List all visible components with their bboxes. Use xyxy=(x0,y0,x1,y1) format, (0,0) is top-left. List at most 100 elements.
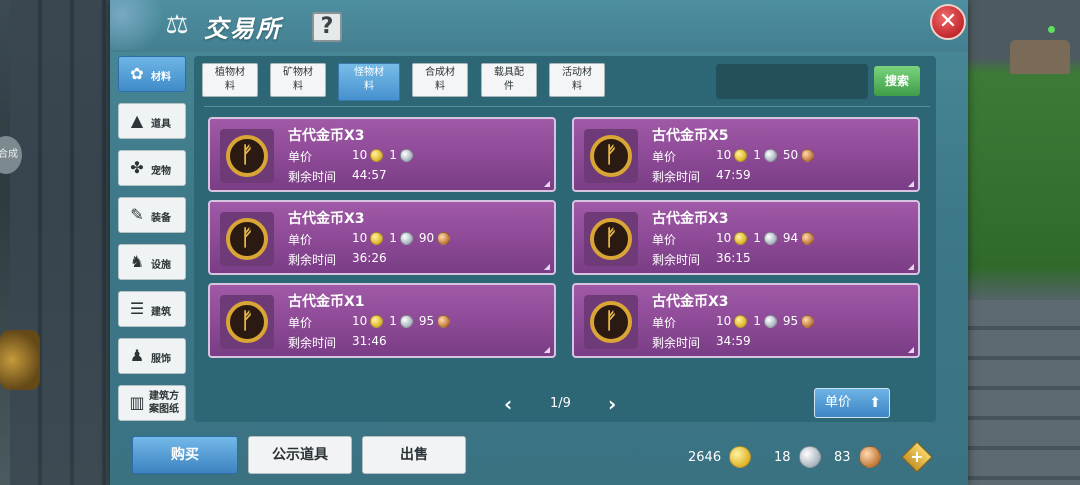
ancient-coin-icon: ᚠ xyxy=(220,212,274,266)
item-name: 古代金币X3 xyxy=(288,211,365,227)
category-label: 服饰 xyxy=(151,354,171,365)
gold-coin-icon xyxy=(370,314,384,328)
wooden-wall xyxy=(10,0,110,485)
price-value: 10 1 50 xyxy=(716,148,820,162)
category-buildings[interactable]: ☰ 建筑 xyxy=(118,291,186,327)
silver-coin-icon xyxy=(763,148,777,162)
panel-header: ⚖ 交易所 ? ✕ xyxy=(110,0,968,52)
silver-coin-icon xyxy=(399,231,413,245)
gold-coin-icon xyxy=(734,314,748,328)
copper-coin-icon xyxy=(801,231,815,245)
scale-icon: ⚖ xyxy=(165,10,189,40)
time-remaining: 36:26 xyxy=(352,251,387,265)
flower-decoration xyxy=(110,0,170,50)
corner-mark-icon: ◢ xyxy=(543,345,550,354)
listing-card[interactable]: ᚠ 古代金币X5 单价 10 1 50 剩余时间 47:59 ◢ xyxy=(572,117,920,192)
close-button[interactable]: ✕ xyxy=(930,4,966,40)
subtab-monster-materials[interactable]: 怪物材料 xyxy=(338,63,400,101)
corner-mark-icon: ◢ xyxy=(543,262,550,271)
gold-coin-icon xyxy=(734,148,748,162)
page-title: 交易所 xyxy=(204,15,282,43)
search-input[interactable] xyxy=(716,64,868,99)
sell-button[interactable]: 出售 xyxy=(362,436,466,474)
clothing-icon: ♟ xyxy=(129,346,145,365)
copper-coin-icon xyxy=(858,446,881,468)
copper-coin-icon xyxy=(801,148,815,162)
price-value: 10 1 90 xyxy=(352,231,456,245)
ancient-coin-icon: ᚠ xyxy=(220,295,274,349)
time-remaining: 34:59 xyxy=(716,334,751,348)
price-label: 单价 xyxy=(288,233,313,247)
item-name: 古代金币X3 xyxy=(652,211,729,227)
buy-button[interactable]: 购买 xyxy=(132,436,238,474)
game-world-left: 合成 xyxy=(0,0,112,485)
price-label: 单价 xyxy=(652,150,677,164)
subtab-event-materials[interactable]: 活动材料 xyxy=(549,63,605,97)
subtab-vehicle-parts[interactable]: 载具配件 xyxy=(481,63,537,97)
gold-balance: 2646 xyxy=(688,446,757,468)
ancient-coin-icon: ᚠ xyxy=(220,129,274,183)
category-materials[interactable]: ✿ 材料 xyxy=(118,56,186,92)
category-equipment[interactable]: ✎ 装备 xyxy=(118,197,186,233)
listing-card[interactable]: ᚠ 古代金币X1 单价 10 1 95 剩余时间 31:46 ◢ xyxy=(208,283,556,358)
corner-mark-icon: ◢ xyxy=(543,179,550,188)
price-label: 单价 xyxy=(288,316,313,330)
subtab-crafting-materials[interactable]: 合成材料 xyxy=(412,63,468,97)
listing-card[interactable]: ᚠ 古代金币X3 单价 10 1 95 剩余时间 34:59 ◢ xyxy=(572,283,920,358)
price-label: 单价 xyxy=(652,316,677,330)
prev-page-button[interactable]: ‹ xyxy=(504,392,512,416)
category-pets[interactable]: ✤ 宠物 xyxy=(118,150,186,186)
category-items[interactable]: ▲ 道具 xyxy=(118,103,186,139)
silver-coin-icon xyxy=(798,446,821,468)
price-value: 10 1 95 xyxy=(716,314,820,328)
category-facilities[interactable]: ♞ 设施 xyxy=(118,244,186,280)
time-remaining: 36:15 xyxy=(716,251,751,265)
subtab-mineral-materials[interactable]: 矿物材料 xyxy=(270,63,326,97)
exchange-panel: ⚖ 交易所 ? ✕ ✿ 材料 ▲ 道具 ✤ 宠物 ✎ 装备 ♞ 设施 ☰ 建筑 xyxy=(110,0,968,485)
category-label: 道具 xyxy=(151,119,171,130)
item-name: 古代金币X3 xyxy=(288,128,365,144)
item-name: 古代金币X1 xyxy=(288,294,365,310)
silver-balance: 18 xyxy=(774,446,827,468)
category-label: 材料 xyxy=(151,72,171,83)
time-remaining: 31:46 xyxy=(352,334,387,348)
time-label: 剩余时间 xyxy=(288,253,337,267)
time-label: 剩余时间 xyxy=(652,170,701,184)
category-blueprints[interactable]: ▥ 建筑方 案图纸 xyxy=(118,385,186,421)
silver-coin-icon xyxy=(399,148,413,162)
paw-icon: ✤ xyxy=(130,158,144,177)
corner-mark-icon: ◢ xyxy=(907,179,914,188)
gold-coin-icon xyxy=(729,446,752,468)
listing-card[interactable]: ᚠ 古代金币X3 单价 10 1 94 剩余时间 36:15 ◢ xyxy=(572,200,920,275)
copper-coin-icon xyxy=(437,231,451,245)
game-world-right xyxy=(968,0,1080,485)
listing-card[interactable]: ᚠ 古代金币X3 单价 10 1 剩余时间 44:57 ◢ xyxy=(208,117,556,192)
corner-mark-icon: ◢ xyxy=(907,345,914,354)
price-value: 10 1 95 xyxy=(352,314,456,328)
silver-coin-icon xyxy=(763,231,777,245)
category-label: 设施 xyxy=(151,260,171,271)
category-clothing[interactable]: ♟ 服饰 xyxy=(118,338,186,374)
page-indicator: 1/9 xyxy=(550,396,571,411)
subtab-plant-materials[interactable]: 植物材料 xyxy=(202,63,258,97)
next-page-button[interactable]: › xyxy=(608,392,616,416)
public-items-button[interactable]: 公示道具 xyxy=(248,436,352,474)
gold-coin-icon xyxy=(370,148,384,162)
corner-mark-icon: ◢ xyxy=(907,262,914,271)
help-button[interactable]: ? xyxy=(312,12,342,42)
silver-coin-icon xyxy=(399,314,413,328)
copper-coin-icon xyxy=(801,314,815,328)
listing-card[interactable]: ᚠ 古代金币X3 单价 10 1 90 剩余时间 36:26 ◢ xyxy=(208,200,556,275)
price-value: 10 1 xyxy=(352,148,419,162)
sort-by-price-button[interactable]: 单价 ⬆ xyxy=(814,388,890,418)
status-dot xyxy=(1048,26,1055,33)
search-button[interactable]: 搜索 xyxy=(874,66,920,96)
category-label: 宠物 xyxy=(151,166,171,177)
price-value: 10 1 94 xyxy=(716,231,820,245)
gold-statue xyxy=(0,330,40,390)
gold-coin-icon xyxy=(370,231,384,245)
category-label: 装备 xyxy=(151,213,171,224)
copper-balance: 83 xyxy=(834,446,887,468)
category-label: 建筑 xyxy=(151,307,171,318)
add-currency-button[interactable]: + xyxy=(901,441,933,473)
